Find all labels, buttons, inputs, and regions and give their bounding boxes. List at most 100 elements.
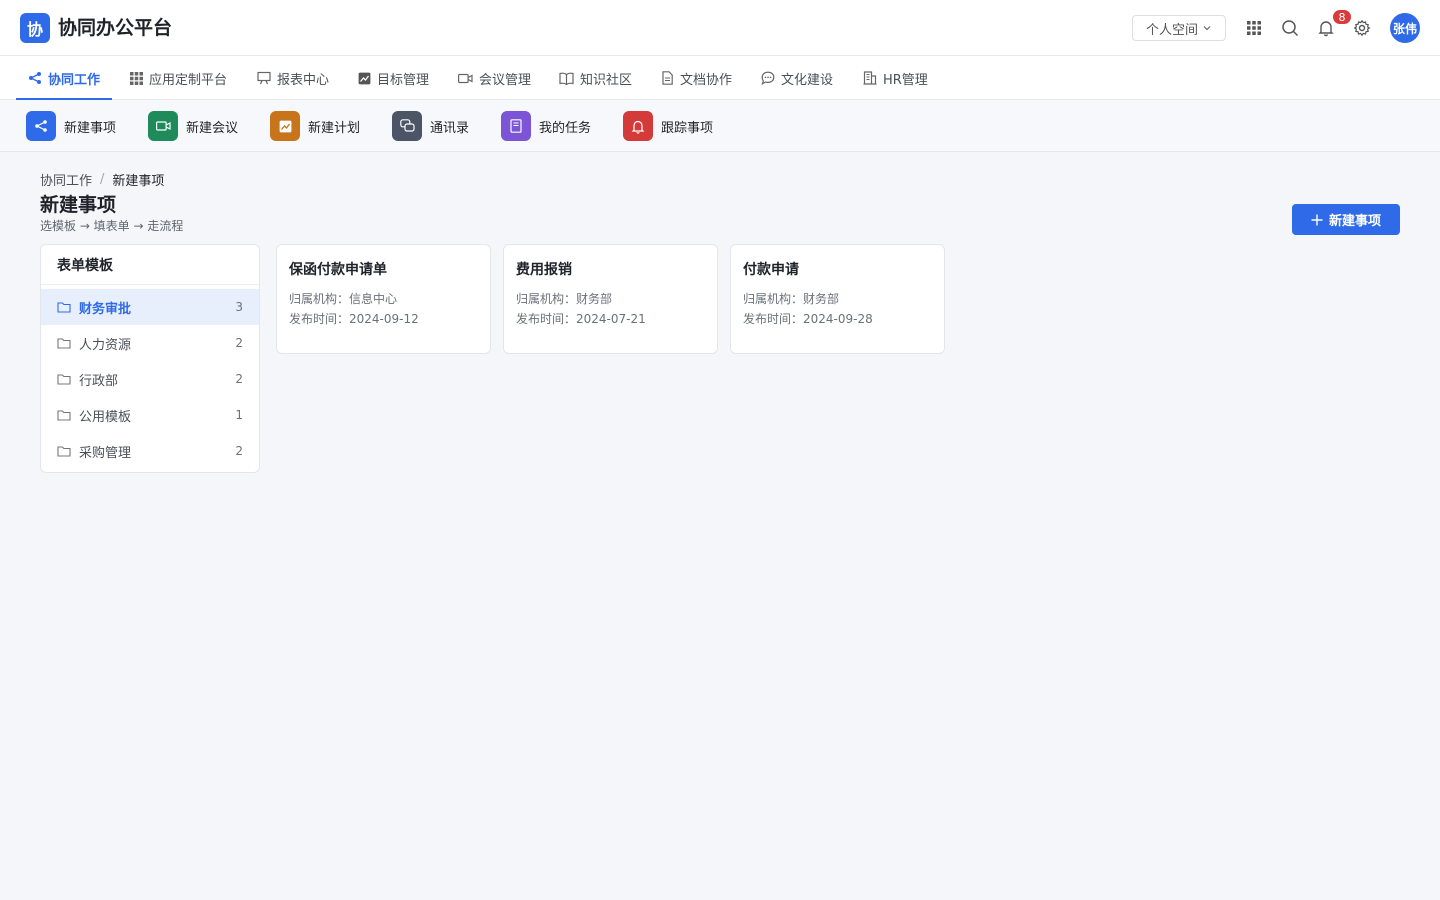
grid-icon <box>130 71 143 85</box>
quick-label: 跟踪事项 <box>661 120 714 136</box>
quick-my-tasks[interactable]: 我的任务 <box>501 111 591 141</box>
space-select-value: 个人空间 <box>1145 22 1198 38</box>
page-subtitle: 选模板 → 填表单 → 走流程 <box>40 219 184 233</box>
quick-label: 我的任务 <box>539 120 592 136</box>
video-icon <box>458 73 473 83</box>
tab-label: 会议管理 <box>479 72 532 88</box>
category-count: 2 <box>235 444 243 458</box>
tab-reports[interactable]: 报表中心 <box>257 56 329 100</box>
app-title: 协同办公平台 <box>58 17 173 39</box>
tab-app-platform[interactable]: 应用定制平台 <box>130 56 227 100</box>
chat-bubbles-icon <box>392 111 422 141</box>
breadcrumb-root[interactable]: 协同工作 <box>40 170 92 189</box>
folder-icon <box>57 410 71 421</box>
chevron-down-icon <box>1203 26 1211 31</box>
quick-track-items[interactable]: 跟踪事项 <box>623 111 713 141</box>
presentation-icon <box>257 71 271 85</box>
tab-knowledge[interactable]: 知识社区 <box>559 56 632 100</box>
tab-culture[interactable]: 文化建设 <box>761 56 833 100</box>
chat-icon <box>761 71 775 85</box>
category-label: 财务审批 <box>79 301 132 317</box>
new-item-button[interactable]: 新建事项 <box>1292 204 1400 235</box>
app-logo[interactable]: 协 <box>20 13 50 43</box>
category-count: 3 <box>235 300 243 314</box>
tab-meetings[interactable]: 会议管理 <box>458 56 531 100</box>
chart-icon <box>270 111 300 141</box>
page-title: 新建事项 <box>40 194 117 216</box>
template-card[interactable]: 费用报销 归属机构：财务部 发布时间：2024-07-21 <box>503 244 718 354</box>
tab-label: 协同工作 <box>48 72 101 88</box>
template-card-org: 归属机构：信息中心 <box>289 292 398 306</box>
quick-label: 新建事项 <box>64 120 117 136</box>
gear-icon[interactable] <box>1350 16 1374 40</box>
tab-label: 知识社区 <box>580 72 633 88</box>
quick-new-plan[interactable]: 新建计划 <box>270 111 360 141</box>
template-card-title: 付款申请 <box>743 262 799 278</box>
folder-icon <box>57 338 71 349</box>
search-icon[interactable] <box>1278 16 1302 40</box>
breadcrumb-current: 新建事项 <box>112 174 165 189</box>
document-icon <box>662 71 673 85</box>
plus-icon <box>1311 214 1323 225</box>
quick-label: 通讯录 <box>430 120 470 136</box>
video-icon <box>148 111 178 141</box>
category-procurement[interactable]: 采购管理 2 <box>41 433 259 469</box>
building-icon <box>863 71 877 85</box>
category-count: 2 <box>235 336 243 350</box>
category-label: 人力资源 <box>79 337 132 353</box>
template-card-date: 发布时间：2024-09-28 <box>743 312 873 326</box>
breadcrumb-separator: / <box>100 172 105 187</box>
category-finance[interactable]: 财务审批 3 <box>41 289 259 325</box>
folder-icon <box>57 374 71 385</box>
category-hr[interactable]: 人力资源 2 <box>41 325 259 361</box>
category-label: 行政部 <box>79 373 119 389</box>
category-public[interactable]: 公用模板 1 <box>41 397 259 433</box>
template-card-title: 费用报销 <box>516 262 572 278</box>
space-select[interactable]: 个人空间 <box>1132 15 1226 41</box>
book-icon <box>559 72 574 85</box>
bell-icon <box>623 111 653 141</box>
panel-title: 表单模板 <box>41 245 259 285</box>
apps-grid-icon[interactable] <box>1242 16 1266 40</box>
tab-docs[interactable]: 文档协作 <box>661 56 732 100</box>
template-card[interactable]: 付款申请 归属机构：财务部 发布时间：2024-09-28 <box>730 244 945 354</box>
category-label: 公用模板 <box>79 409 132 425</box>
quick-label: 新建会议 <box>186 120 239 136</box>
template-card-date: 发布时间：2024-09-12 <box>289 312 419 326</box>
folder-icon <box>57 446 71 457</box>
tab-label: 文化建设 <box>781 72 834 88</box>
quick-label: 新建计划 <box>308 120 361 136</box>
share-icon <box>26 111 56 141</box>
folder-icon <box>57 302 71 313</box>
new-item-button-label: 新建事项 <box>1328 214 1381 229</box>
category-label: 采购管理 <box>79 445 132 461</box>
template-card-title: 保函付款申请单 <box>289 262 387 278</box>
tab-goals[interactable]: 目标管理 <box>358 56 429 100</box>
quick-actions-bar: 新建事项 新建会议 新建计划 通讯录 我的任务 跟踪事项 <box>0 100 1440 152</box>
tab-label: 应用定制平台 <box>149 72 228 88</box>
template-card-date: 发布时间：2024-07-21 <box>516 312 646 326</box>
share-icon <box>29 72 41 84</box>
tab-collab-work[interactable]: 协同工作 <box>15 56 113 100</box>
book-icon <box>501 111 531 141</box>
category-admin[interactable]: 行政部 2 <box>41 361 259 397</box>
breadcrumb: 协同工作 / 新建事项 <box>40 170 164 189</box>
template-card-org: 归属机构：财务部 <box>516 292 613 306</box>
chart-icon <box>358 72 371 84</box>
tab-label: 文档协作 <box>680 72 733 88</box>
tab-label: 报表中心 <box>277 72 330 88</box>
category-count: 1 <box>235 408 243 422</box>
notification-badge: 8 <box>1332 9 1352 25</box>
tab-label: 目标管理 <box>377 72 430 88</box>
top-header: 协 协同办公平台 个人空间 8 张伟 <box>0 0 1440 56</box>
template-card[interactable]: 保函付款申请单 归属机构：信息中心 发布时间：2024-09-12 <box>276 244 491 354</box>
quick-new-item[interactable]: 新建事项 <box>26 111 116 141</box>
category-count: 2 <box>235 372 243 386</box>
quick-new-meeting[interactable]: 新建会议 <box>148 111 238 141</box>
template-categories-panel: 表单模板 财务审批 3 人力资源 2 行政部 2 公用模板 1 采购管理 2 <box>40 244 260 473</box>
tab-hr[interactable]: HR管理 <box>863 56 928 100</box>
quick-contacts[interactable]: 通讯录 <box>392 111 469 141</box>
user-avatar[interactable]: 张伟 <box>1390 13 1420 43</box>
template-card-org: 归属机构：财务部 <box>743 292 840 306</box>
tab-label: HR管理 <box>883 72 928 88</box>
